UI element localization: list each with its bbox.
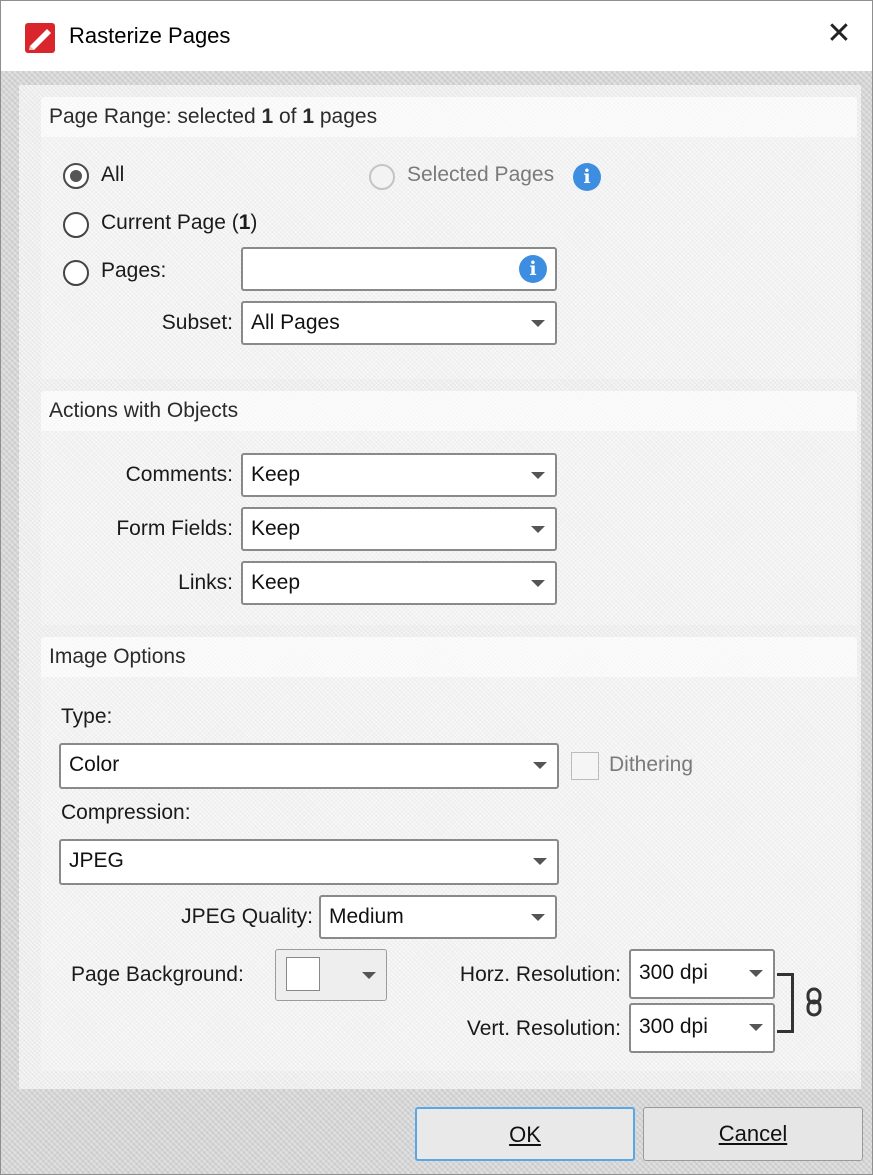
window-title: Rasterize Pages <box>69 23 231 48</box>
form-fields-dropdown[interactable]: Keep <box>241 507 557 551</box>
chevron-down-icon <box>362 972 376 979</box>
dithering-label: Dithering <box>609 753 694 776</box>
cancel-button[interactable]: Cancel <box>643 1107 863 1161</box>
jpeg-quality-label: JPEG Quality: <box>181 905 313 928</box>
vert-resolution-label: Vert. Resolution: <box>466 1017 621 1040</box>
image-options-group: Image Options Type: Color Dithering Comp… <box>41 637 857 1071</box>
chevron-down-icon <box>749 1024 763 1031</box>
links-label: Links: <box>178 571 233 594</box>
compression-dropdown[interactable]: JPEG <box>59 839 559 885</box>
pages-input[interactable] <box>241 247 557 291</box>
links-dropdown[interactable]: Keep <box>241 561 557 605</box>
chevron-down-icon <box>531 914 545 921</box>
current-page-label: Current Page (1) <box>101 211 258 234</box>
title-bar: Rasterize Pages ✕ <box>1 1 872 71</box>
pages-label: Pages: <box>101 259 167 282</box>
comments-label: Comments: <box>125 463 233 486</box>
color-swatch <box>286 957 320 991</box>
radio-selected-pages[interactable] <box>369 164 395 190</box>
all-label: All <box>101 163 125 186</box>
chevron-down-icon <box>531 320 545 327</box>
subset-dropdown[interactable]: All Pages <box>241 301 557 345</box>
horz-resolution-label: Horz. Resolution: <box>459 963 621 986</box>
selected-pages-info-icon[interactable]: i <box>573 163 601 191</box>
radio-pages[interactable] <box>63 260 89 286</box>
pages-info-icon[interactable]: i <box>519 255 547 283</box>
chain-link-icon[interactable] <box>805 987 823 1017</box>
rasterize-pages-dialog: Rasterize Pages ✕ Page Range: selected 1… <box>0 0 873 1175</box>
pdf-app-icon <box>25 23 55 53</box>
actions-group: Actions with Objects Comments: Keep Form… <box>41 391 857 625</box>
chevron-down-icon <box>531 580 545 587</box>
type-dropdown[interactable]: Color <box>59 743 559 789</box>
page-background-color-button[interactable] <box>275 949 387 1001</box>
form-fields-label: Form Fields: <box>116 517 233 540</box>
vert-resolution-dropdown[interactable]: 300 dpi <box>629 1003 775 1053</box>
selected-count: 1 <box>261 105 274 128</box>
subset-label: Subset: <box>161 311 233 334</box>
page-background-label: Page Background: <box>71 963 244 986</box>
chevron-down-icon <box>533 762 547 769</box>
page-range-header: Page Range: selected 1 of 1 pages <box>41 97 857 137</box>
close-icon[interactable]: ✕ <box>820 15 858 53</box>
jpeg-quality-dropdown[interactable]: Medium <box>319 895 557 939</box>
page-range-group: Page Range: selected 1 of 1 pages All Se… <box>41 97 857 379</box>
type-label: Type: <box>61 705 113 728</box>
dithering-checkbox[interactable] <box>571 752 599 780</box>
actions-header: Actions with Objects <box>41 391 857 431</box>
chevron-down-icon <box>531 472 545 479</box>
chevron-down-icon <box>533 858 547 865</box>
ok-button[interactable]: OK <box>415 1107 635 1161</box>
image-options-header: Image Options <box>41 637 857 677</box>
selected-pages-label: Selected Pages <box>407 163 555 186</box>
chevron-down-icon <box>531 526 545 533</box>
radio-current-page[interactable] <box>63 212 89 238</box>
dialog-content: Page Range: selected 1 of 1 pages All Se… <box>19 85 861 1089</box>
comments-dropdown[interactable]: Keep <box>241 453 557 497</box>
compression-label: Compression: <box>61 801 191 824</box>
radio-all[interactable] <box>63 163 89 189</box>
horz-resolution-dropdown[interactable]: 300 dpi <box>629 949 775 999</box>
chevron-down-icon <box>749 970 763 977</box>
resolution-link-bracket <box>777 973 794 1033</box>
total-count: 1 <box>302 105 315 128</box>
